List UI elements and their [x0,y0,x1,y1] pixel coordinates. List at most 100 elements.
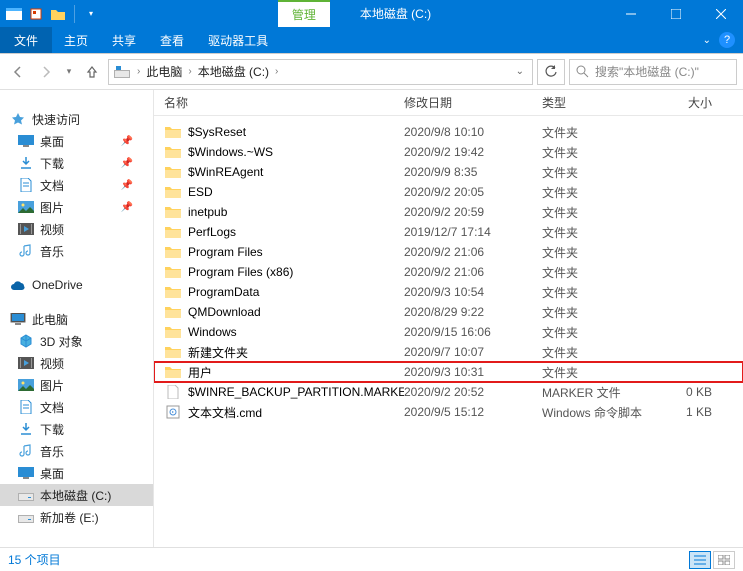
file-name: $WINRE_BACKUP_PARTITION.MARKER [188,385,404,399]
file-name: 文本文档.cmd [188,404,404,421]
file-type: 文件夹 [542,284,652,301]
tab-home[interactable]: 主页 [52,27,100,53]
table-row[interactable]: Program Files2020/9/2 21:06文件夹 [154,242,743,262]
sidebar-item-desktop[interactable]: 桌面 [0,462,153,484]
file-name: PerfLogs [188,225,404,239]
folder-icon [164,204,182,220]
table-row[interactable]: $Windows.~WS2020/9/2 19:42文件夹 [154,142,743,162]
search-icon [576,65,589,78]
sidebar-item-desktop[interactable]: 桌面📌 [0,130,153,152]
picture-icon [18,377,34,393]
table-row[interactable]: Windows2020/9/15 16:06文件夹 [154,322,743,342]
tab-view[interactable]: 查看 [148,27,196,53]
sidebar-onedrive[interactable]: OneDrive [0,274,153,296]
folder-icon [164,264,182,280]
column-name[interactable]: 名称 [164,94,404,111]
search-placeholder: 搜索"本地磁盘 (C:)" [595,63,699,80]
help-icon[interactable]: ? [719,32,735,48]
table-row[interactable]: ProgramData2020/9/3 10:54文件夹 [154,282,743,302]
file-type: 文件夹 [542,164,652,181]
file-name: $Windows.~WS [188,145,404,159]
tab-share[interactable]: 共享 [100,27,148,53]
table-row[interactable]: Program Files (x86)2020/9/2 21:06文件夹 [154,262,743,282]
search-input[interactable]: 搜索"本地磁盘 (C:)" [569,59,737,85]
file-name: Program Files (x86) [188,265,404,279]
address-dropdown-icon[interactable]: ⌄ [516,66,528,77]
details-view-button[interactable] [689,551,711,569]
recent-dropdown[interactable]: ▾ [62,60,76,84]
breadcrumb-this-pc[interactable]: 此电脑 [144,63,184,80]
file-date: 2020/9/3 10:31 [404,365,542,379]
column-size[interactable]: 大小 [652,94,712,111]
file-type: 文件夹 [542,144,652,161]
crumb-sep-icon[interactable]: › [184,66,195,77]
crumb-sep-icon[interactable]: › [271,66,282,77]
sidebar-item-drive[interactable]: 本地磁盘 (C:) [0,484,153,506]
table-row[interactable]: $SysReset2020/9/8 10:10文件夹 [154,122,743,142]
ribbon-expand-icon[interactable]: ⌄ [703,35,711,46]
sidebar-label: 新加卷 (E:) [40,509,99,526]
address-bar[interactable]: › 此电脑 › 本地磁盘 (C:) › ⌄ [108,59,533,85]
sidebar-item-music[interactable]: 音乐 [0,440,153,462]
table-row[interactable]: 新建文件夹2020/9/7 10:07文件夹 [154,342,743,362]
sidebar-item-video[interactable]: 视频 [0,352,153,374]
up-button[interactable] [80,60,104,84]
titlebar: ▾ 管理 本地磁盘 (C:) [0,0,743,27]
sidebar-label: 本地磁盘 (C:) [40,487,111,504]
table-row[interactable]: PerfLogs2019/12/7 17:14文件夹 [154,222,743,242]
forward-button[interactable] [34,60,58,84]
breadcrumb-drive-c[interactable]: 本地磁盘 (C:) [196,63,271,80]
sidebar-item-drive[interactable]: 新加卷 (E:) [0,506,153,528]
refresh-button[interactable] [537,59,565,85]
folder-icon [164,244,182,260]
minimize-button[interactable] [608,0,653,27]
sidebar-item-picture[interactable]: 图片📌 [0,196,153,218]
folder-icon [164,144,182,160]
sidebar-item-picture[interactable]: 图片 [0,374,153,396]
sidebar-item-download[interactable]: 下载📌 [0,152,153,174]
picture-icon [18,199,34,215]
crumb-sep-icon[interactable]: › [133,66,144,77]
window-title: 本地磁盘 (C:) [360,5,431,22]
sidebar-quick-access[interactable]: 快速访问 [0,108,153,130]
sidebar-item-music[interactable]: 音乐 [0,240,153,262]
file-date: 2020/9/15 16:06 [404,325,542,339]
column-type[interactable]: 类型 [542,94,652,111]
file-type: MARKER 文件 [542,384,652,401]
thumbnails-view-button[interactable] [713,551,735,569]
sidebar-item-video[interactable]: 视频 [0,218,153,240]
file-date: 2020/9/5 15:12 [404,405,542,419]
navigation-bar: ▾ › 此电脑 › 本地磁盘 (C:) › ⌄ 搜索"本地磁盘 (C:)" [0,54,743,90]
table-row[interactable]: $WINRE_BACKUP_PARTITION.MARKER2020/9/2 2… [154,382,743,402]
sidebar-item-document[interactable]: 文档📌 [0,174,153,196]
qat-newfolder-icon[interactable] [48,4,68,24]
sidebar-this-pc[interactable]: 此电脑 [0,308,153,330]
file-size: 1 KB [652,405,712,419]
table-row[interactable]: 用户2020/9/3 10:31文件夹 [154,362,743,382]
sidebar-label: OneDrive [32,278,83,292]
sidebar-item-document[interactable]: 文档 [0,396,153,418]
file-date: 2019/12/7 17:14 [404,225,542,239]
video-icon [18,355,34,371]
sidebar-label: 音乐 [40,443,64,460]
sidebar-item-download[interactable]: 下载 [0,418,153,440]
tab-drive-tools[interactable]: 驱动器工具 [196,27,280,53]
table-row[interactable]: ESD2020/9/2 20:05文件夹 [154,182,743,202]
file-name: $SysReset [188,125,404,139]
sidebar-label: 下载 [40,421,64,438]
close-button[interactable] [698,0,743,27]
table-row[interactable]: inetpub2020/9/2 20:59文件夹 [154,202,743,222]
table-row[interactable]: 文本文档.cmd2020/9/5 15:12Windows 命令脚本1 KB [154,402,743,422]
sidebar-item-3d[interactable]: 3D 对象 [0,330,153,352]
back-button[interactable] [6,60,30,84]
file-tab[interactable]: 文件 [0,27,52,53]
file-date: 2020/9/2 21:06 [404,265,542,279]
table-row[interactable]: $WinREAgent2020/9/9 8:35文件夹 [154,162,743,182]
qat-properties-icon[interactable] [26,4,46,24]
sidebar-label: 3D 对象 [40,333,83,350]
qat-dropdown-icon[interactable]: ▾ [81,4,101,24]
maximize-button[interactable] [653,0,698,27]
table-row[interactable]: QMDownload2020/8/29 9:22文件夹 [154,302,743,322]
video-icon [18,221,34,237]
column-date[interactable]: 修改日期 [404,94,542,111]
